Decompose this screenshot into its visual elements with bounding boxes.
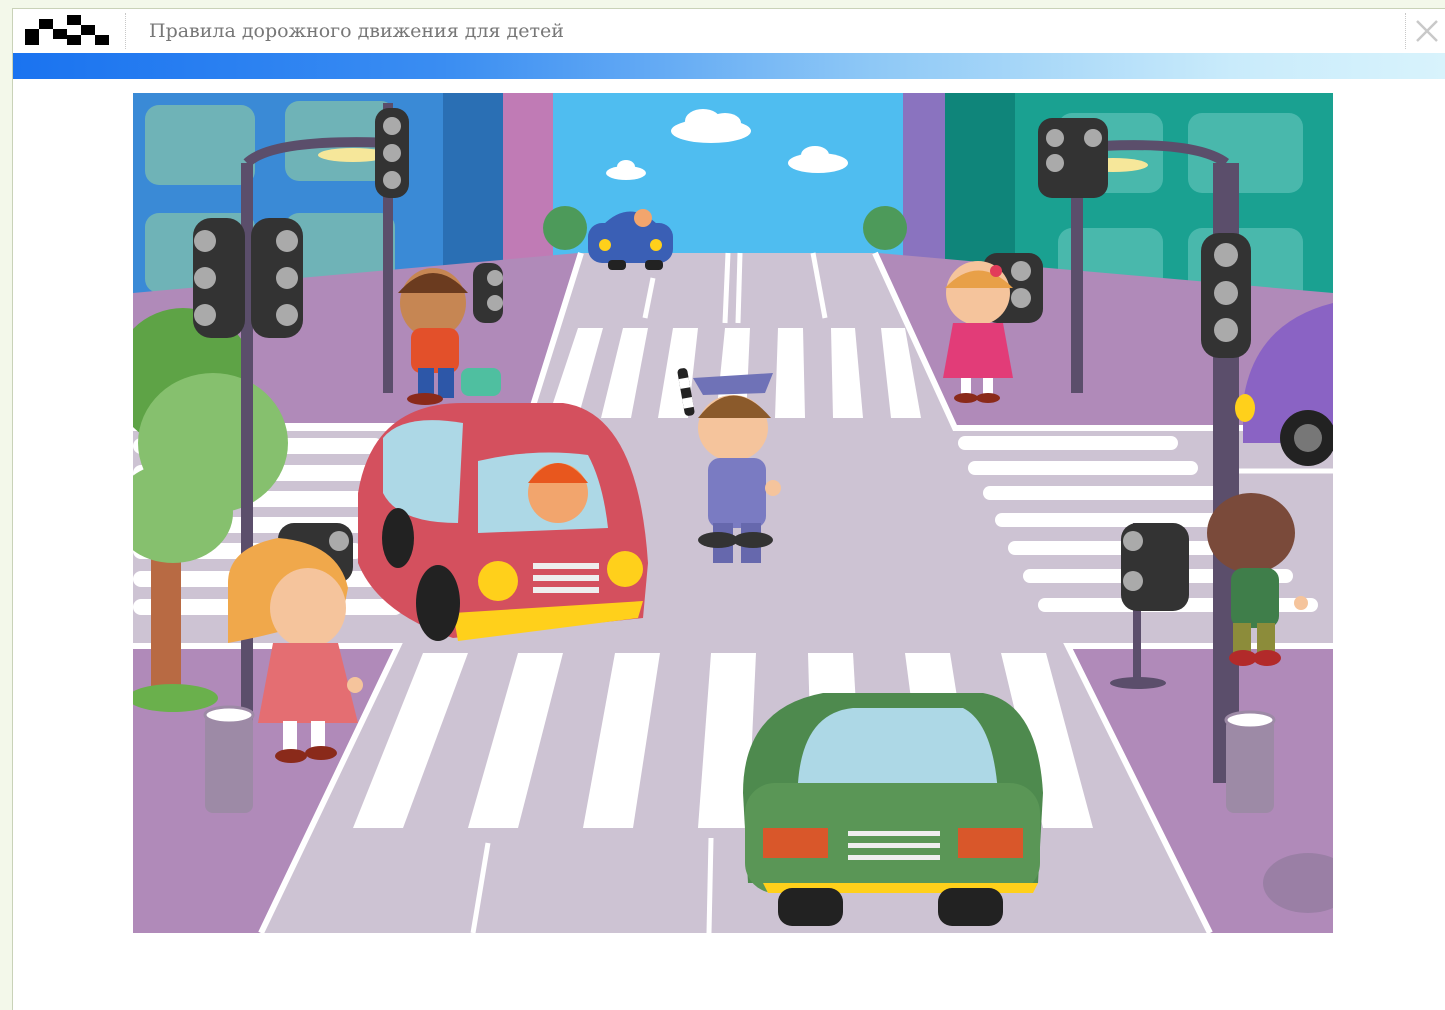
green-car bbox=[743, 693, 1043, 926]
checkered-flag-icon bbox=[25, 15, 109, 45]
accent-bar bbox=[13, 53, 1445, 79]
title-bar: Правила дорожного движения для детей bbox=[13, 9, 1445, 53]
traffic-intersection-illustration bbox=[133, 93, 1333, 933]
red-car bbox=[358, 403, 648, 641]
close-separator bbox=[1405, 13, 1406, 49]
window-title: Правила дорожного движения для детей bbox=[149, 20, 564, 42]
title-separator bbox=[125, 13, 126, 49]
close-icon[interactable] bbox=[1413, 17, 1441, 45]
app-window: Правила дорожного движения для детей bbox=[12, 8, 1445, 1010]
